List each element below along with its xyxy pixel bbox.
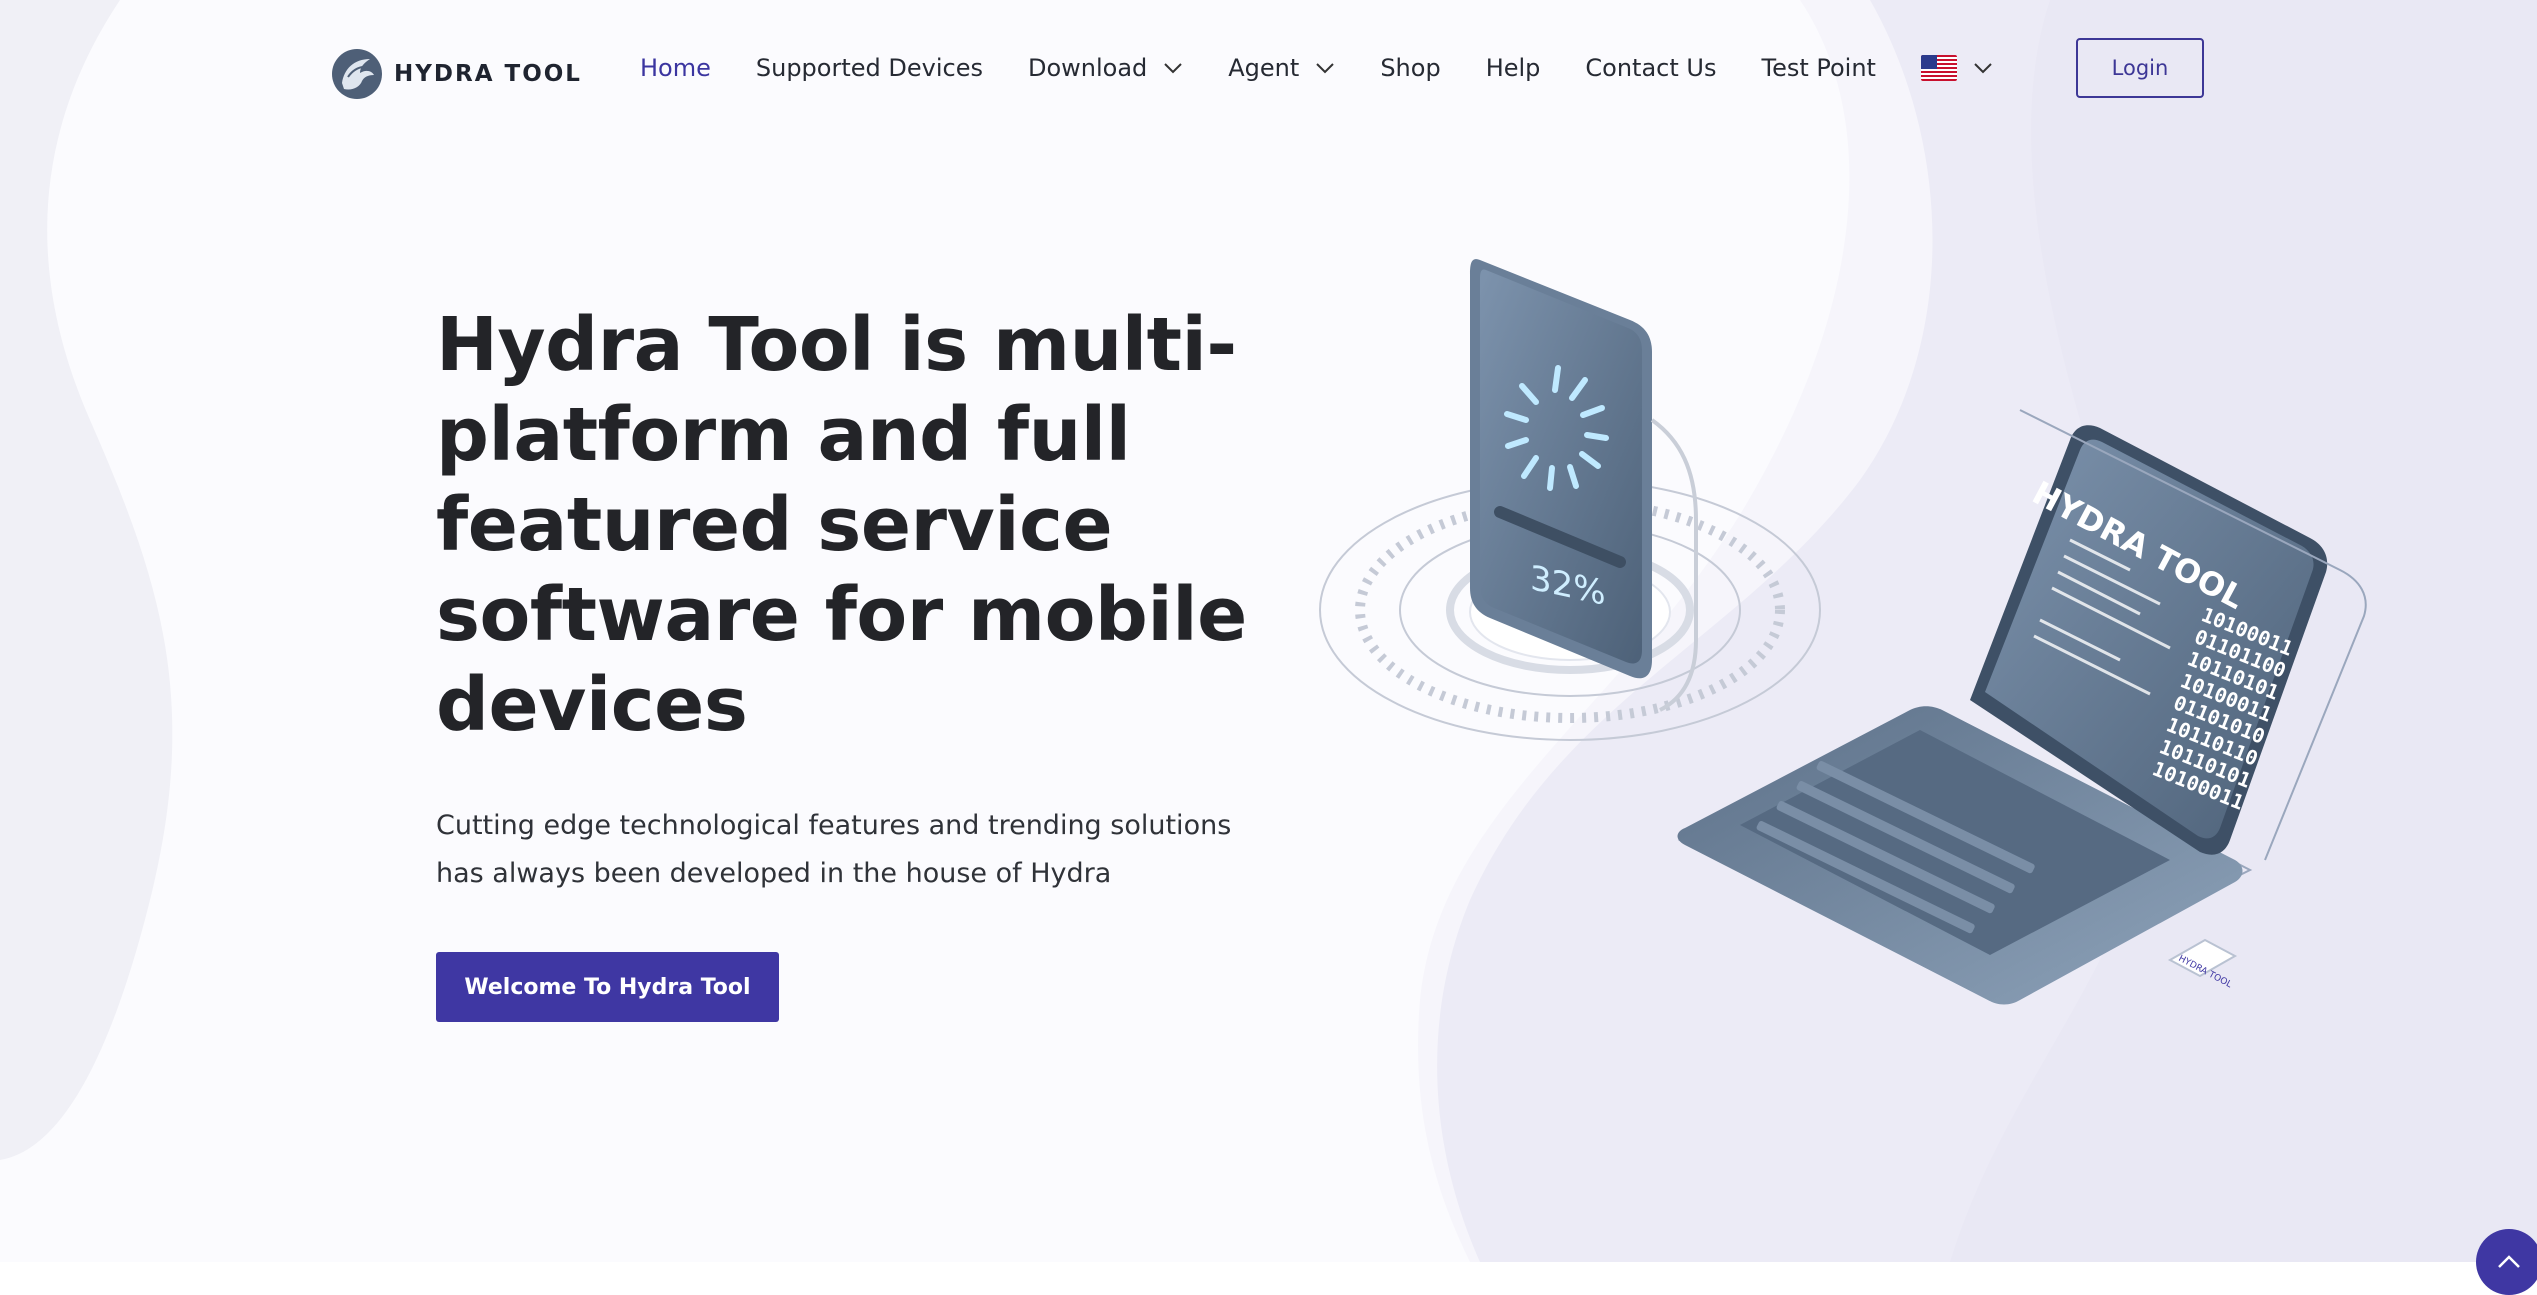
login-button[interactable]: Login (2076, 38, 2204, 98)
nav-agent-label: Agent (1228, 54, 1300, 82)
language-selector[interactable] (1920, 55, 1993, 81)
chevron-down-icon (1164, 63, 1182, 74)
nav-home[interactable]: Home (640, 54, 711, 82)
hero-subtitle: Cutting edge technological features and … (436, 810, 1232, 889)
nav-download-label: Download (1027, 54, 1148, 82)
nav-contact-us[interactable]: Contact Us (1585, 54, 1716, 82)
chevron-down-icon (1974, 63, 1992, 74)
brand-name: HYDRA TOOL (394, 61, 582, 87)
chevron-down-icon (1316, 63, 1335, 74)
section-divider (0, 1262, 2537, 1295)
nav-supported-devices[interactable]: Supported Devices (756, 54, 983, 82)
chevron-up-icon (2498, 1255, 2520, 1268)
main-navigation: Home Supported Devices Download Agent Sh… (640, 46, 2038, 90)
scroll-to-top-button[interactable] (2476, 1229, 2537, 1295)
us-flag-icon (1920, 55, 1957, 81)
nav-test-point[interactable]: Test Point (1761, 54, 1875, 82)
nav-shop[interactable]: Shop (1380, 54, 1440, 82)
welcome-button[interactable]: Welcome To Hydra Tool (436, 952, 779, 1022)
nav-help[interactable]: Help (1486, 54, 1541, 82)
laptop-icon: HYDRA TOOL 10100011 01101100 10110101 10… (1677, 409, 2367, 1005)
hydra-logo-icon (332, 49, 382, 99)
nav-agent[interactable]: Agent (1228, 54, 1335, 82)
hero-illustration: 32% HYDRA TOOL 10100011 01101100 1011010… (1319, 259, 2367, 1005)
hero-title: Hydra Tool is multi-platform and full fe… (436, 302, 1247, 748)
brand-logo[interactable]: HYDRA TOOL (330, 46, 582, 102)
nav-download[interactable]: Download (1028, 54, 1183, 82)
